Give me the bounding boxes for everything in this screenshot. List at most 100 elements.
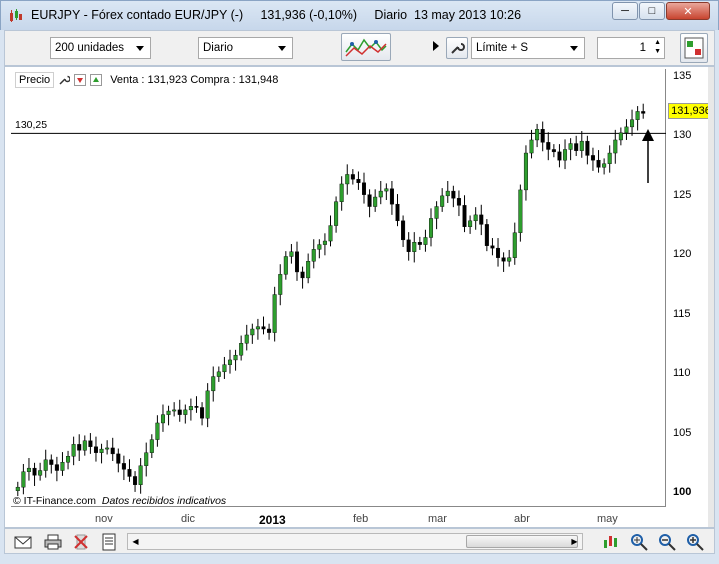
candle (311, 239, 316, 269)
price-chart[interactable] (5, 67, 716, 529)
candle-body (317, 244, 322, 250)
report-icon[interactable] (99, 532, 119, 552)
indicators-button[interactable] (341, 33, 391, 61)
zoom-out-icon[interactable] (657, 532, 677, 552)
candle (15, 481, 20, 497)
print-icon[interactable] (43, 532, 63, 552)
units-dropdown[interactable]: 200 unidades (50, 37, 151, 59)
candle-body (607, 152, 612, 164)
candle-body (15, 486, 20, 491)
annotation-arrow (642, 129, 654, 183)
indicators-icon (345, 38, 387, 57)
candle-body (144, 452, 149, 466)
candle-body (568, 143, 573, 150)
candle (99, 443, 104, 464)
candle-body (473, 214, 478, 222)
candle (49, 454, 54, 474)
place-order-button[interactable] (680, 33, 708, 63)
candle-body (585, 140, 590, 156)
candle-body (557, 151, 562, 161)
candle (200, 402, 205, 426)
candle-body (60, 461, 65, 471)
candle (512, 222, 517, 265)
candle (401, 215, 406, 247)
mail-icon[interactable] (13, 532, 33, 552)
spin-down-icon[interactable]: ▼ (654, 48, 661, 56)
candle-body (590, 155, 595, 161)
close-button[interactable]: ✕ (666, 2, 710, 20)
candle (21, 463, 26, 495)
order-settings-button[interactable] (446, 37, 468, 59)
candle (144, 442, 149, 477)
minimize-button[interactable]: ─ (612, 2, 638, 20)
candle-body (406, 239, 411, 252)
candle-body (66, 456, 71, 463)
candle (116, 448, 121, 473)
candle (563, 139, 568, 170)
scroll-left-icon[interactable]: ◀ (129, 535, 142, 548)
candle (300, 266, 305, 289)
maximize-button[interactable]: □ (639, 2, 665, 20)
candle (177, 399, 182, 422)
spin-up-icon[interactable]: ▲ (654, 39, 661, 47)
candle (362, 172, 367, 204)
vertical-scrollbar[interactable] (708, 67, 714, 527)
expand-arrow-icon[interactable] (433, 41, 439, 51)
candle (540, 121, 545, 152)
candle (105, 440, 110, 455)
candle-body (239, 343, 244, 356)
candle (322, 233, 327, 256)
order-ticket-icon (684, 37, 704, 59)
candle (222, 356, 227, 379)
candle-body (563, 149, 568, 161)
candle (518, 184, 523, 242)
candle-body (82, 440, 87, 451)
candle-body (423, 237, 428, 245)
legend-label[interactable]: Precio (15, 72, 55, 88)
x-axis-label: mar (428, 513, 447, 525)
order-type-value: Límite + S (476, 42, 529, 54)
y-axis-label: 115 (673, 307, 691, 320)
candle-body (244, 334, 249, 344)
candle-body (501, 257, 506, 262)
scrollbar-thumb[interactable] (466, 535, 578, 548)
candle-body (38, 470, 43, 476)
scroll-right-icon[interactable]: ▶ (568, 535, 581, 548)
y-axis-label: 100 (673, 486, 692, 499)
chart-type-icon[interactable] (601, 532, 621, 552)
candle (93, 436, 98, 462)
delete-icon[interactable] (71, 532, 91, 552)
candle-body (49, 459, 54, 465)
candle-body (395, 203, 400, 222)
candle-body (384, 188, 389, 192)
candle (255, 318, 260, 340)
zoom-in-icon[interactable] (685, 532, 705, 552)
candle (523, 145, 528, 201)
candle (568, 138, 573, 161)
candle-body (177, 409, 182, 415)
wrench-icon[interactable] (58, 74, 71, 86)
units-value: 200 unidades (55, 42, 125, 54)
candle (395, 194, 400, 227)
move-up-icon[interactable] (90, 74, 103, 86)
candle-body (440, 195, 445, 207)
zoom-fit-icon[interactable] (629, 532, 649, 552)
candle (596, 150, 601, 173)
candle-body (272, 294, 277, 333)
candle (110, 437, 115, 462)
horizontal-scrollbar[interactable]: ◀ ▶ (127, 533, 583, 550)
period-dropdown[interactable]: Diario (198, 37, 293, 59)
candle (43, 449, 48, 478)
candle-body (373, 196, 378, 207)
candle-body (540, 129, 545, 143)
candle-body (216, 371, 221, 377)
move-down-icon[interactable] (74, 74, 87, 86)
candle (239, 335, 244, 361)
candle-body (183, 409, 188, 415)
quantity-stepper[interactable]: 1 ▲ ▼ (597, 37, 665, 59)
candle-body (507, 257, 512, 262)
candle (507, 249, 512, 267)
x-axis-label: dic (181, 513, 196, 525)
candle (496, 238, 501, 267)
order-type-dropdown[interactable]: Límite + S (471, 37, 585, 59)
